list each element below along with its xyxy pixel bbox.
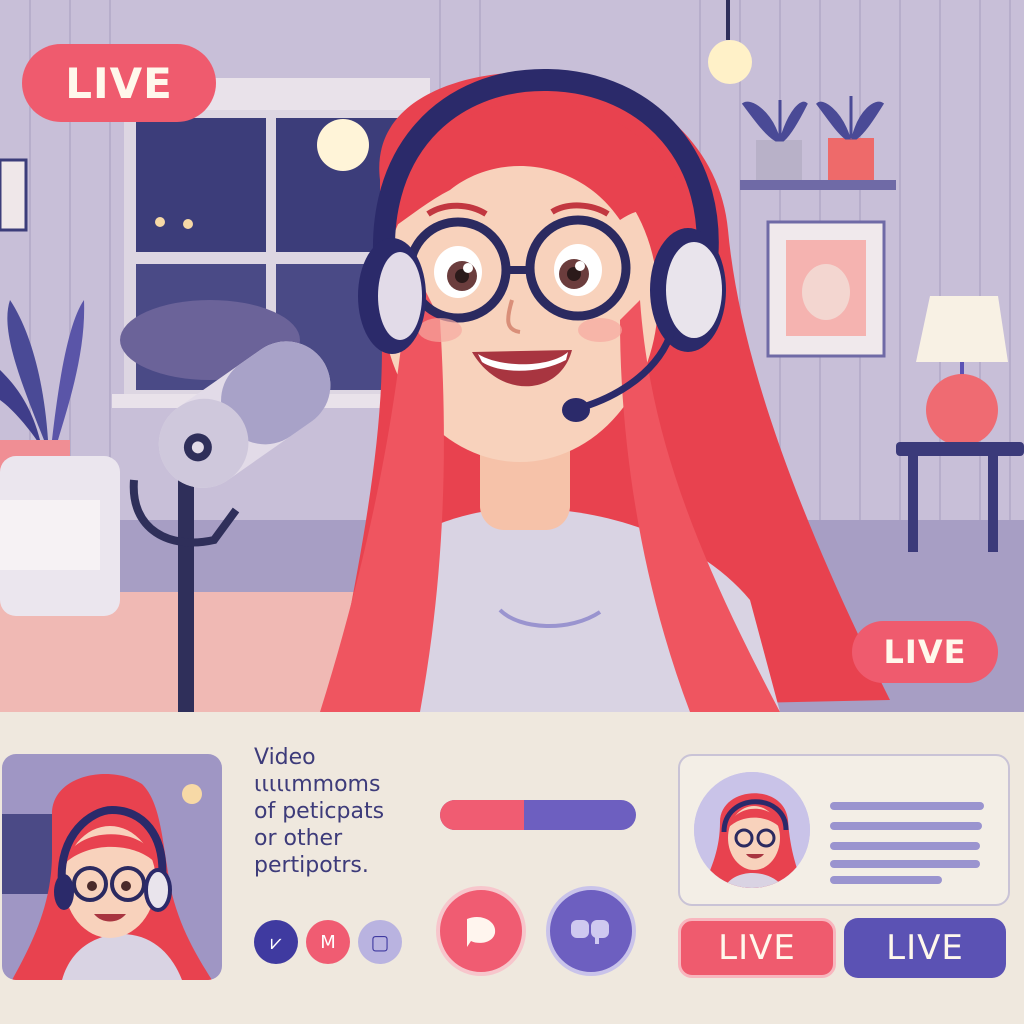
m-icon: M [320, 931, 336, 953]
participant-info-line [830, 860, 980, 868]
caption-line: pertipotrs. [254, 853, 369, 878]
participant-info-line [830, 802, 984, 810]
participant-info-line [830, 876, 942, 884]
react-button[interactable] [436, 886, 526, 976]
caption-line: ιιιιιmmoms [254, 772, 381, 797]
participant-thumbnail-image [2, 754, 222, 980]
chat-icon [571, 920, 609, 944]
progress-fill [440, 800, 525, 830]
speech-bubble-icon [467, 916, 496, 947]
live-badge-main: LIVE [22, 44, 216, 122]
participant-info-line [830, 822, 982, 830]
caption-line: of peticpats [254, 799, 385, 824]
avatar [694, 772, 810, 888]
stream-progress-bar[interactable] [440, 800, 636, 830]
participant-thumbnail[interactable] [2, 754, 222, 980]
chevron-check-icon: ⩗ [270, 930, 282, 954]
participant-info-line [830, 842, 980, 850]
square-button[interactable]: ▢ [358, 920, 402, 964]
stream-video: LIVE LIVE [0, 0, 1024, 712]
caption-line: Video [254, 745, 316, 770]
square-icon: ▢ [370, 930, 390, 954]
live-button-purple[interactable]: LIVE [844, 918, 1006, 978]
live-button-red[interactable]: LIVE [678, 918, 836, 978]
chevron-check-button[interactable]: ⩗ [254, 920, 298, 964]
participants-caption: Video ιιιιιmmoms of peticpats or other p… [254, 744, 434, 879]
live-badge-small: LIVE [852, 621, 998, 683]
chat-button[interactable] [546, 886, 636, 976]
m-button[interactable]: M [306, 920, 350, 964]
caption-line: or other [254, 826, 343, 851]
participant-card[interactable] [678, 754, 1010, 906]
